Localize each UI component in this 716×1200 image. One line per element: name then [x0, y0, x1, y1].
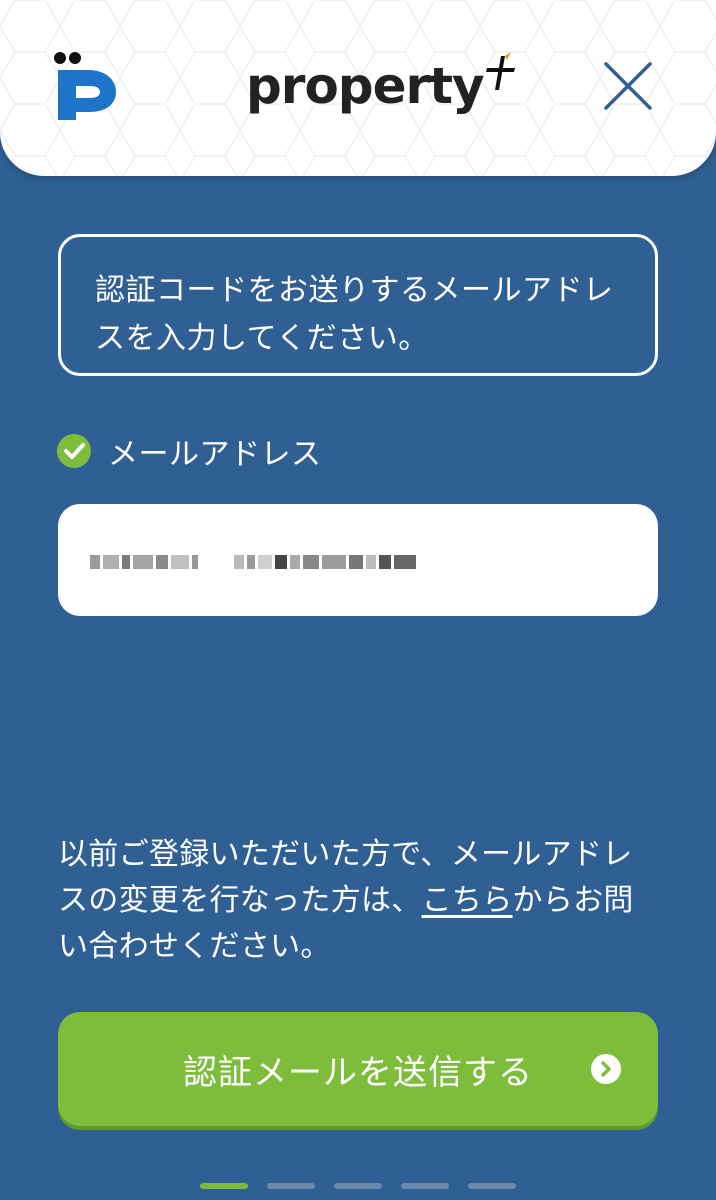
step-dot [334, 1183, 382, 1189]
brand-text: property [246, 57, 485, 115]
brand-plus-icon [485, 52, 515, 90]
submit-label: 認証メールを送信する [183, 1052, 533, 1093]
close-icon[interactable] [598, 56, 658, 116]
instruction-line-2: スを入力してください。 [95, 321, 429, 356]
send-verification-email-button[interactable]: 認証メールを送信する [58, 1012, 658, 1126]
instruction-box: 認証コードをお送りするメールアドレ スを入力してください。 [58, 234, 658, 376]
email-input[interactable] [58, 504, 658, 616]
step-dot [267, 1183, 315, 1189]
email-label: メールアドレス [108, 437, 322, 472]
brand-logo: property [246, 52, 519, 120]
app-header: property [0, 0, 716, 176]
email-label-row: メールアドレス [56, 428, 322, 474]
step-dot [401, 1183, 449, 1189]
contact-link[interactable]: こちら [422, 883, 513, 918]
instruction-line-1: 認証コードをお送りするメールアドレ [95, 273, 614, 308]
step-indicator [200, 1183, 516, 1189]
step-dot [468, 1183, 516, 1189]
arrow-right-circle-icon [591, 1054, 621, 1084]
step-dot [200, 1183, 248, 1189]
app-logo-icon [54, 52, 116, 120]
check-circle-icon [57, 434, 91, 468]
notice-text: 以前ご登録いただいた方で、メールアドレスの変更を行なった方は、こちらからお問い合… [58, 832, 658, 970]
